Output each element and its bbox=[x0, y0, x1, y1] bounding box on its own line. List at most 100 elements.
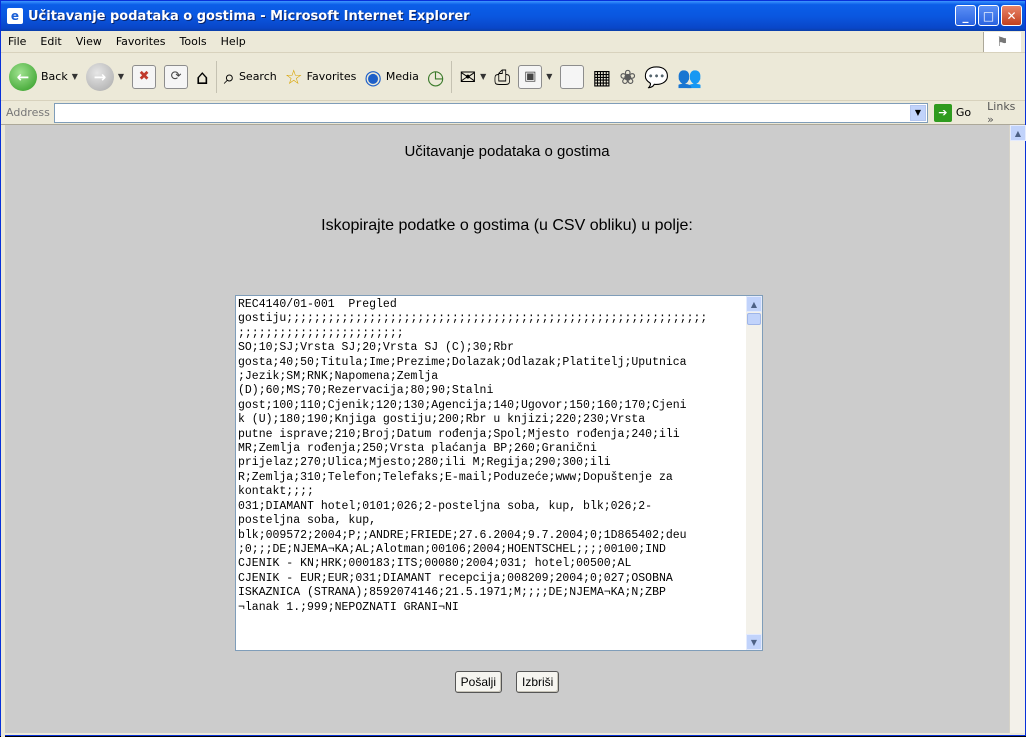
title-bar[interactable]: e Učitavanje podataka o gostima - Micros… bbox=[1, 1, 1025, 31]
research-button[interactable]: ▦ bbox=[588, 57, 615, 97]
csv-line: k (U);180;190;Knjiga gostiju;200;Rbr u k… bbox=[238, 413, 646, 427]
csv-line: blk;009572;2004;P;;ANDRE;FRIEDE;27.6.200… bbox=[238, 528, 687, 542]
csv-scroll-thumb[interactable] bbox=[747, 313, 761, 325]
csv-line: ISKAZNICA (STRANA);8592074146;21.5.1971;… bbox=[238, 586, 666, 600]
csv-line: (D);60;MS;70;Rezervacija;80;90;Stalni bbox=[238, 384, 494, 398]
discuss-icon bbox=[560, 64, 585, 89]
chat-button[interactable]: 💬 bbox=[640, 57, 673, 97]
csv-scroll-down-icon[interactable]: ▼ bbox=[746, 634, 762, 650]
menu-tools[interactable]: Tools bbox=[173, 35, 214, 48]
csv-line: prijelaz;270;Ulica;Mjesto;280;ili M;Regi… bbox=[238, 456, 611, 470]
search-icon: ⌕ bbox=[223, 64, 235, 89]
csv-scrollbar[interactable]: ▲ ▼ bbox=[746, 296, 762, 650]
ie-app-icon: e bbox=[7, 8, 23, 24]
go-label: Go bbox=[955, 106, 972, 119]
windows-logo-icon: ⚑ bbox=[983, 32, 1021, 52]
back-button[interactable]: ← Back ▼ bbox=[5, 57, 82, 97]
menu-favorites[interactable]: Favorites bbox=[109, 35, 173, 48]
csv-line: R;Zemlja;310;Telefon;Telefaks;E-mail;Pod… bbox=[238, 470, 673, 484]
mail-dropdown-icon[interactable]: ▼ bbox=[480, 72, 486, 81]
forward-dropdown-icon[interactable]: ▼ bbox=[118, 72, 124, 81]
form-buttons: Pošalji Izbriši bbox=[5, 671, 1009, 693]
contacts-button[interactable]: 👥 bbox=[673, 57, 706, 97]
menu-edit[interactable]: Edit bbox=[33, 35, 68, 48]
csv-line: putne isprave;210;Broj;Datum rođenja;Spo… bbox=[238, 427, 680, 441]
back-arrow-icon: ← bbox=[9, 62, 37, 91]
toolbar-separator bbox=[215, 60, 217, 93]
messenger-button[interactable]: ❀ bbox=[615, 57, 640, 97]
csv-line: CJENIK - EUR;EUR;031;DIAMANT recepcija;0… bbox=[238, 571, 673, 585]
menu-view[interactable]: View bbox=[69, 35, 109, 48]
search-label: Search bbox=[238, 70, 277, 83]
delete-button[interactable]: Izbriši bbox=[516, 671, 560, 693]
csv-line: MR;Zemlja rođenja;250;Vrsta plaćanja BP;… bbox=[238, 442, 597, 456]
go-button[interactable]: ➔ Go bbox=[933, 103, 972, 122]
page-content: Učitavanje podataka o gostima Iskopirajt… bbox=[5, 125, 1009, 733]
minimize-button[interactable]: _ bbox=[955, 5, 976, 26]
toolbar: ← Back ▼ → ▼ ✖ ⟳ ⌂ ⌕ Search ☆ Favorites … bbox=[1, 53, 1025, 101]
edit-button[interactable]: ▣ ▼ bbox=[514, 57, 556, 97]
media-button[interactable]: ◉ Media bbox=[360, 57, 423, 97]
forward-button[interactable]: → ▼ bbox=[82, 57, 128, 97]
menu-file[interactable]: File bbox=[1, 35, 33, 48]
forward-arrow-icon: → bbox=[85, 62, 114, 91]
print-button[interactable]: ⎙ bbox=[490, 57, 514, 97]
page-scrollbar[interactable]: ▲ bbox=[1009, 125, 1026, 733]
csv-line: CJENIK - KN;HRK;000183;ITS;00080;2004;03… bbox=[238, 557, 632, 571]
discuss-button[interactable] bbox=[556, 57, 588, 97]
media-label: Media bbox=[385, 70, 419, 83]
csv-line: REC4140/01-001 Pregled bbox=[238, 298, 397, 311]
menu-bar: File Edit View Favorites Tools Help ⚑ bbox=[1, 31, 1025, 53]
page-scroll-up-icon[interactable]: ▲ bbox=[1010, 125, 1026, 141]
address-input[interactable]: ▼ bbox=[53, 102, 928, 123]
address-dropdown-icon[interactable]: ▼ bbox=[909, 104, 926, 121]
page-title: Učitavanje podataka o gostima bbox=[404, 143, 610, 160]
favorites-star-icon: ☆ bbox=[284, 64, 303, 89]
csv-content: REC4140/01-001 Pregled gostiju;;;;;;;;;;;… bbox=[238, 298, 760, 648]
send-button[interactable]: Pošalji bbox=[454, 671, 502, 693]
links-toolbar[interactable]: Links » bbox=[987, 100, 1025, 126]
go-arrow-icon: ➔ bbox=[933, 103, 952, 122]
edit-dropdown-icon[interactable]: ▼ bbox=[546, 72, 552, 81]
close-button[interactable]: ✕ bbox=[1001, 5, 1022, 26]
edit-icon: ▣ bbox=[518, 64, 543, 89]
back-dropdown-icon[interactable]: ▼ bbox=[72, 72, 78, 81]
browser-window: e Učitavanje podataka o gostima - Micros… bbox=[0, 0, 1026, 737]
mail-button[interactable]: ✉ ▼ bbox=[455, 57, 490, 97]
stop-icon: ✖ bbox=[132, 64, 157, 89]
csv-line: gosta;40;50;Titula;Ime;Prezime;Dolazak;O… bbox=[238, 355, 687, 369]
csv-line: ;0;;;DE;NJEMA¬KA;AL;Alotman;00106;2004;H… bbox=[238, 542, 666, 556]
search-button[interactable]: ⌕ Search bbox=[220, 57, 281, 97]
contacts-icon: 👥 bbox=[676, 64, 702, 89]
refresh-button[interactable]: ⟳ bbox=[160, 57, 192, 97]
mail-icon: ✉ bbox=[459, 64, 477, 89]
flower-icon: ❀ bbox=[619, 64, 637, 89]
refresh-icon: ⟳ bbox=[164, 64, 189, 89]
csv-textarea[interactable]: REC4140/01-001 Pregled gostiju;;;;;;;;;;;… bbox=[235, 295, 763, 651]
address-bar: Address ▼ ➔ Go Links » bbox=[1, 100, 1025, 126]
home-icon: ⌂ bbox=[196, 64, 209, 89]
csv-line: gost;100;110;Cjenik;120;130;Agencija;140… bbox=[238, 398, 687, 412]
csv-line: 031;DIAMANT hotel;0101;026;2-posteljna s… bbox=[238, 499, 653, 513]
csv-line: gostiju;;;;;;;;;;;;;;;;;;;;;;;;;;;;;;;;;… bbox=[238, 312, 708, 326]
home-button[interactable]: ⌂ bbox=[192, 57, 213, 97]
csv-scroll-up-icon[interactable]: ▲ bbox=[746, 296, 762, 312]
menu-help[interactable]: Help bbox=[214, 35, 253, 48]
csv-line: ;Jezik;SM;RNK;Napomena;Zemlja bbox=[238, 370, 439, 384]
history-icon: ◷ bbox=[426, 64, 445, 89]
favorites-label: Favorites bbox=[306, 70, 357, 83]
media-icon: ◉ bbox=[364, 64, 382, 89]
chat-bubble-icon: 💬 bbox=[644, 64, 669, 89]
back-label: Back bbox=[41, 70, 68, 83]
csv-line: kontakt;;;; bbox=[238, 485, 314, 499]
maximize-button[interactable]: □ bbox=[978, 5, 999, 26]
csv-line: posteljna soba, kup, bbox=[238, 514, 377, 528]
history-button[interactable]: ◷ bbox=[423, 57, 448, 97]
stop-button[interactable]: ✖ bbox=[128, 57, 160, 97]
research-icon: ▦ bbox=[592, 64, 612, 89]
window-controls: _ □ ✕ bbox=[955, 5, 1022, 26]
csv-line: ¬lanak 1.;999;NEPOZNATI GRANI¬NI bbox=[238, 600, 459, 614]
toolbar-separator bbox=[451, 60, 453, 93]
window-title: Učitavanje podataka o gostima - Microsof… bbox=[28, 8, 470, 24]
favorites-button[interactable]: ☆ Favorites bbox=[281, 57, 361, 97]
